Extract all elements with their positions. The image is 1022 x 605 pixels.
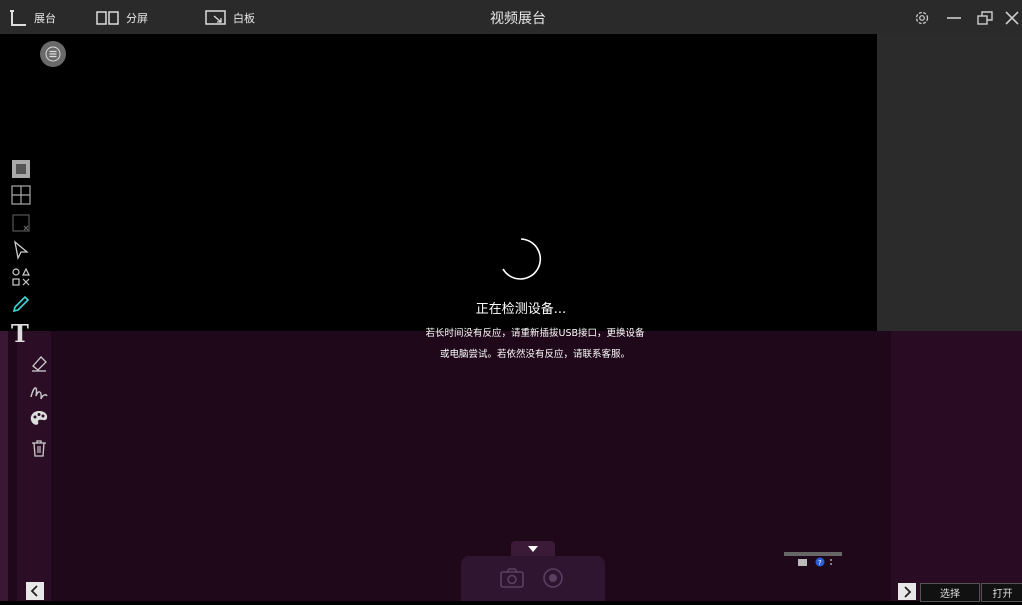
svg-text:T: T <box>11 322 29 344</box>
chevron-left-icon <box>30 585 38 597</box>
tab-split-screen[interactable]: 分屏 <box>96 8 148 28</box>
cursor-icon <box>14 240 29 260</box>
stroke-icon <box>30 387 48 400</box>
split-screen-icon <box>96 11 119 25</box>
palette-icon <box>30 411 48 425</box>
booth-icon <box>10 10 26 26</box>
canvas-area <box>8 331 891 601</box>
grid-pattern-tool[interactable] <box>9 158 33 180</box>
keyboard-icon[interactable] <box>798 559 807 566</box>
right-panel-bottom <box>891 331 1022 601</box>
minimize-icon <box>947 17 961 19</box>
close-icon <box>1005 11 1019 25</box>
collapse-toggle[interactable] <box>511 541 555 557</box>
eraser-icon <box>32 356 47 372</box>
tab-split-label: 分屏 <box>126 12 148 25</box>
tab-booth[interactable]: 展台 <box>8 8 56 28</box>
eraser-tool[interactable] <box>27 352 51 374</box>
pen-icon <box>12 295 30 313</box>
trash-icon <box>32 440 46 457</box>
status-hint-line2: 或电脑尝试。若依然没有反应，请联系客服。 <box>439 349 630 360</box>
close-button[interactable] <box>1003 7 1021 29</box>
right-panel-top <box>877 34 1022 331</box>
minimize-button[interactable] <box>944 7 964 29</box>
prev-page-button[interactable] <box>26 582 44 600</box>
help-glyph: ? <box>818 559 822 567</box>
window-title: 视频展台 <box>490 11 546 27</box>
menu-button[interactable] <box>40 41 66 67</box>
status-hint-line1: 若长时间没有反应，请重新插拔USB接口，更换设备 <box>425 328 645 339</box>
shapes-tool[interactable] <box>9 266 33 288</box>
settings-icon <box>915 11 929 25</box>
layout-grid-icon <box>11 185 31 205</box>
delete-tool[interactable] <box>27 437 51 459</box>
next-page-button[interactable] <box>898 583 916 600</box>
tab-booth-label: 展台 <box>34 12 56 25</box>
chevron-right-icon <box>904 585 912 598</box>
open-button[interactable]: 打开 <box>981 583 1022 602</box>
text-icon: T <box>11 322 29 344</box>
shapes-icon <box>12 267 30 286</box>
crop-icon <box>12 214 30 232</box>
detecting-status: 正在检测设备... <box>475 302 567 317</box>
left-edge-strip <box>0 331 8 601</box>
layout-grid-tool[interactable] <box>9 184 33 206</box>
stroke-tool[interactable] <box>27 381 51 403</box>
select-button[interactable]: 选择 <box>920 583 980 602</box>
camera-icon[interactable] <box>500 568 524 588</box>
select-tool[interactable] <box>9 239 33 261</box>
camera-preview <box>35 34 877 331</box>
whiteboard-icon <box>205 10 226 25</box>
title-bar: 展台 分屏 白板 视频展台 <box>0 0 1022 34</box>
settings-button[interactable] <box>912 7 932 29</box>
restore-icon <box>977 11 993 25</box>
restore-button[interactable] <box>974 7 996 29</box>
capture-bar <box>461 556 605 601</box>
grid-pattern-icon <box>12 160 30 178</box>
tab-whiteboard[interactable]: 白板 <box>205 8 255 28</box>
menu-icon <box>45 46 61 62</box>
loading-spinner-icon <box>502 238 542 280</box>
crop-tool[interactable] <box>9 212 33 234</box>
text-tool[interactable]: T <box>9 322 33 344</box>
record-icon[interactable] <box>543 568 563 588</box>
chevron-down-icon <box>528 546 538 552</box>
pen-tool[interactable] <box>9 293 33 315</box>
tab-whiteboard-label: 白板 <box>233 12 255 25</box>
palette-tool[interactable] <box>27 408 51 430</box>
mini-toolbar[interactable]: ? <box>784 552 842 570</box>
